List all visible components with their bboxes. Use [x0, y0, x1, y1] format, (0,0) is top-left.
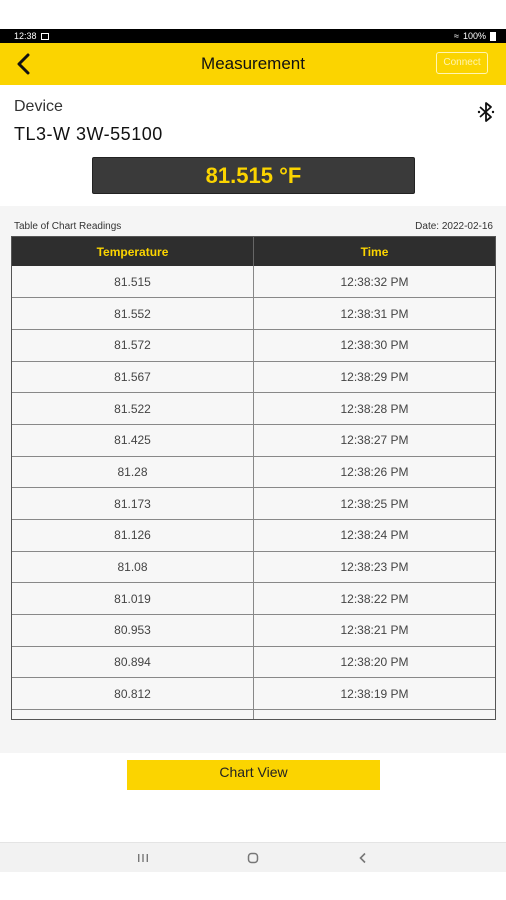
- app-bar: Measurement Connect: [0, 43, 506, 85]
- table-row: 81.552 12:38:31 PM: [12, 297, 495, 330]
- wifi-icon: ≈: [454, 31, 459, 41]
- temperature-cell: 80.953: [12, 614, 254, 647]
- device-label: Device: [14, 98, 63, 115]
- time-cell: 12:38:22 PM: [253, 582, 495, 616]
- table-row: 81.522 12:38:28 PM: [12, 392, 495, 425]
- battery-level: 100%: [462, 31, 486, 41]
- table-row: 81.572 12:38:30 PM: [12, 329, 495, 362]
- time-cell: 12:38:19 PM: [253, 677, 495, 711]
- readings-panel: Table of Chart Readings Date: 2022-02-16…: [0, 206, 506, 753]
- table-row: 81.515 12:38:32 PM: [12, 266, 495, 299]
- time-cell: 12:38:31 PM: [253, 297, 495, 330]
- time-cell: 12:38:26 PM: [253, 456, 495, 489]
- temperature-cell: [12, 709, 254, 719]
- screenshot-icon: [40, 32, 49, 40]
- time-cell: 12:38:20 PM: [253, 646, 495, 679]
- temperature-cell: 81.173: [12, 487, 254, 520]
- nav-back-icon[interactable]: [353, 850, 373, 866]
- table-row: 81.08 12:38:23 PM: [12, 551, 495, 584]
- chart-view-button[interactable]: Chart View: [127, 760, 380, 790]
- time-cell: 12:38:23 PM: [253, 551, 495, 584]
- table-row: 81.126 12:38:24 PM: [12, 519, 495, 552]
- temperature-cell: 81.08: [12, 551, 254, 584]
- temperature-cell: 80.894: [12, 646, 254, 679]
- time-cell: 12:38:30 PM: [253, 329, 495, 362]
- table-row: 81.173 12:38:25 PM: [12, 487, 495, 520]
- column-header-time: Time: [253, 237, 495, 266]
- readings-table-scroll[interactable]: Temperature Time 81.515 12:38:32 PM 81.55…: [11, 236, 496, 720]
- temperature-cell: 81.572: [12, 329, 254, 362]
- temperature-cell: 81.552: [12, 297, 254, 330]
- column-header-temperature: Temperature: [12, 237, 254, 266]
- table-row: 81.425 12:38:27 PM: [12, 424, 495, 457]
- page-title: Measurement: [201, 54, 305, 73]
- table-row: 81.567 12:38:29 PM: [12, 361, 495, 394]
- time-cell: 12:38:29 PM: [253, 361, 495, 394]
- temperature-cell: 81.019: [12, 582, 254, 616]
- temperature-cell: 81.522: [12, 392, 254, 425]
- temperature-cell: 81.567: [12, 361, 254, 394]
- system-nav-bar: [0, 842, 506, 872]
- device-name: TL3-W 3W-55100: [14, 124, 163, 144]
- table-row: 80.812 12:38:19 PM: [12, 677, 495, 711]
- time-cell: 12:38:28 PM: [253, 392, 495, 425]
- time-cell: 12:38:25 PM: [253, 487, 495, 520]
- recents-icon[interactable]: [133, 850, 153, 866]
- current-reading: 81.515 °F: [92, 157, 415, 194]
- time-cell: [253, 709, 495, 719]
- time-cell: 12:38:21 PM: [253, 614, 495, 647]
- table-row: 80.953 12:38:21 PM: [12, 614, 495, 647]
- status-bar: 12:38 ≈ 100%: [0, 29, 506, 43]
- temperature-cell: 81.28: [12, 456, 254, 489]
- table-row: 80.894 12:38:20 PM: [12, 646, 495, 679]
- table-row: 81.019 12:38:22 PM: [12, 582, 495, 616]
- time-cell: 12:38:32 PM: [253, 266, 495, 299]
- temperature-cell: 80.812: [12, 677, 254, 711]
- time-cell: 12:38:24 PM: [253, 519, 495, 552]
- temperature-cell: 81.425: [12, 424, 254, 457]
- temperature-cell: 81.515: [12, 266, 254, 299]
- table-caption: Table of Chart Readings: [14, 221, 122, 232]
- time-cell: 12:38:27 PM: [253, 424, 495, 457]
- battery-icon: [490, 31, 496, 41]
- temperature-cell: 81.126: [12, 519, 254, 552]
- screen: 12:38 ≈ 100% Measurement Connect Device …: [0, 0, 506, 900]
- table-header-row: Temperature Time: [12, 237, 495, 266]
- readings-table: Temperature Time 81.515 12:38:32 PM 81.55…: [12, 237, 495, 719]
- status-time: 12:38: [14, 31, 37, 41]
- table-date: Date: 2022-02-16: [415, 221, 493, 232]
- bluetooth-icon[interactable]: [476, 100, 496, 124]
- back-button[interactable]: [10, 51, 36, 77]
- connect-button[interactable]: Connect: [436, 52, 488, 74]
- table-row: [12, 709, 495, 719]
- home-icon[interactable]: [243, 850, 263, 866]
- table-row: 81.28 12:38:26 PM: [12, 456, 495, 489]
- chevron-left-icon: [17, 53, 30, 75]
